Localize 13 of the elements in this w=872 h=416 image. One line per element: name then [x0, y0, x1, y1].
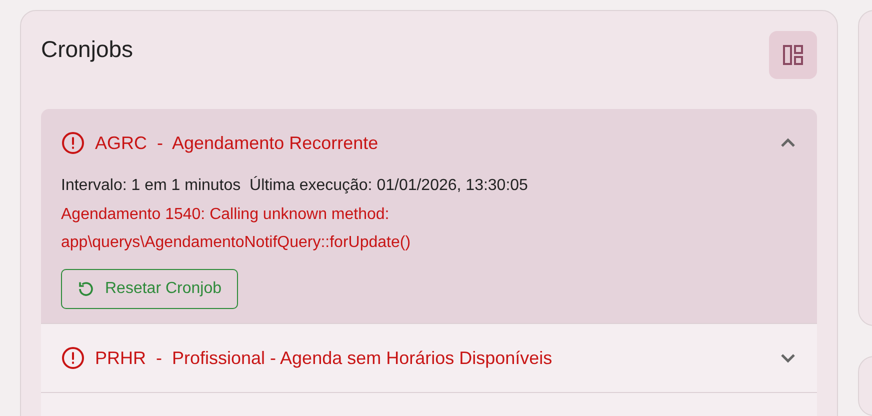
panel-title: Cronjobs — [41, 36, 134, 63]
layout-icon — [782, 44, 804, 66]
alert-icon — [61, 346, 85, 370]
chevron-down-icon[interactable] — [779, 352, 797, 364]
chevron-up-icon[interactable] — [779, 137, 797, 149]
reload-icon — [77, 280, 95, 298]
error-message: Agendamento 1540: Calling unknown method: app\querys\AgendamentoNotifQuery::forUpdate() — [61, 205, 412, 253]
layout-button[interactable] — [769, 31, 817, 79]
alert-icon — [61, 131, 85, 155]
cronjob-info: Intervalo: 1 em 1 minutos Última execução: 01/01/2026, 13:30:05 — [61, 175, 529, 196]
cronjob-title: PRHR - Profissional - Agenda sem Horários Disponíveis — [95, 348, 554, 368]
reset-button[interactable]: Resetar Cronjob — [61, 269, 238, 309]
cronjob-title: AGRC - Agendamento Recorrente — [95, 132, 380, 154]
